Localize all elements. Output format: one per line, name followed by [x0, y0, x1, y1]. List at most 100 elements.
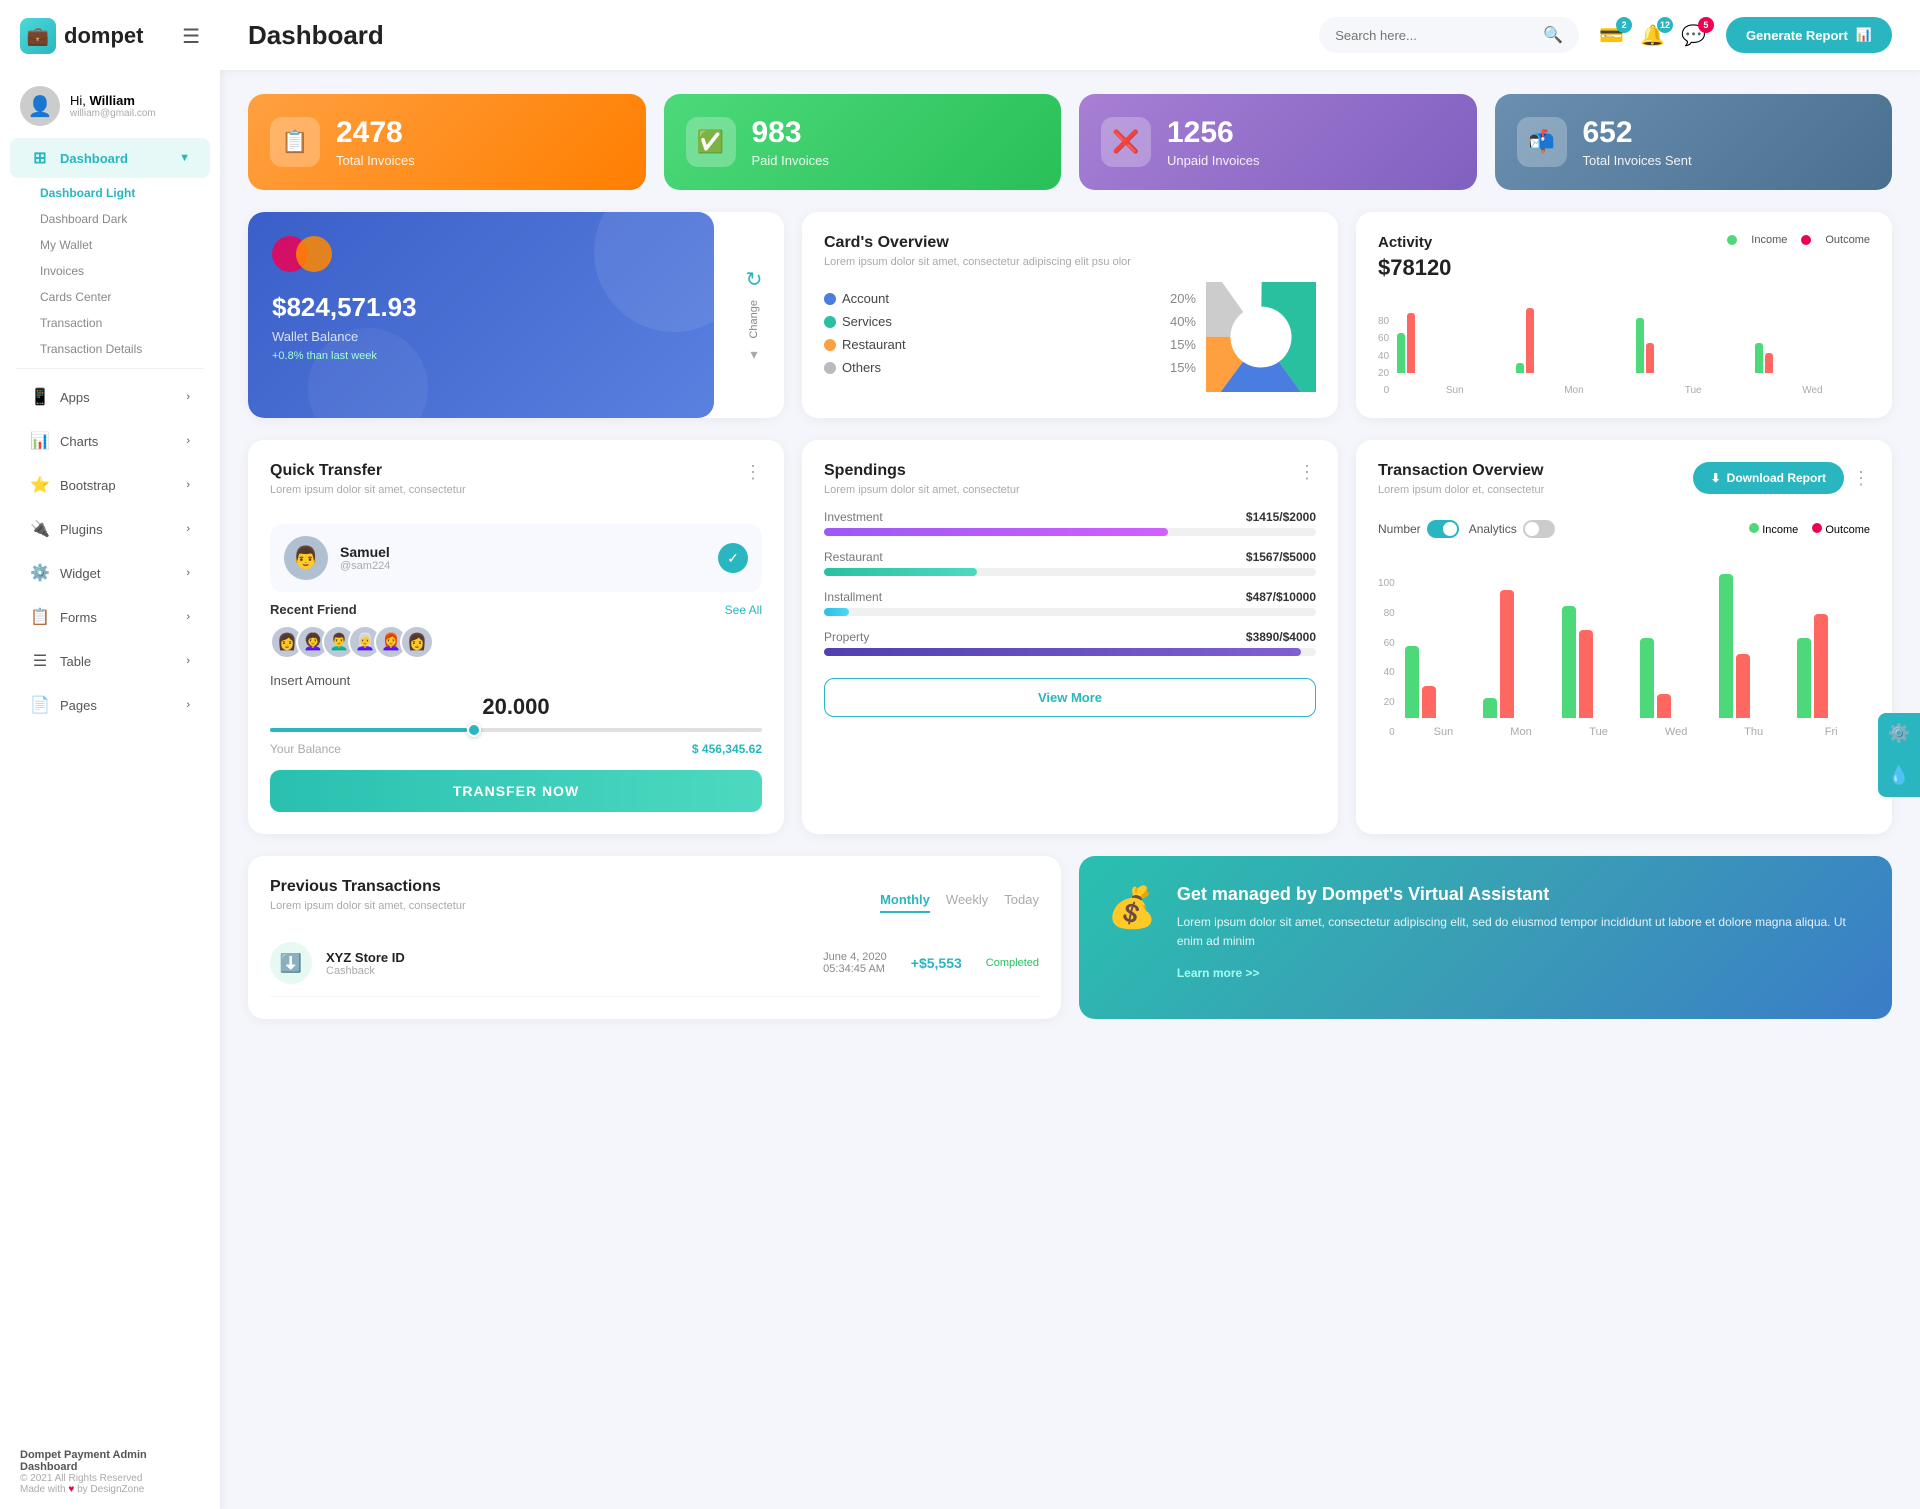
settings-float-button[interactable]: ⚙️ — [1878, 713, 1920, 755]
sidebar-item-forms[interactable]: 📋 Forms › — [10, 597, 210, 637]
trans-date-1: June 4, 2020 05:34:45 AM — [823, 951, 887, 975]
sidebar-item-dashboard-dark[interactable]: Dashboard Dark — [30, 206, 220, 232]
sidebar-item-charts[interactable]: 📊 Charts › — [10, 421, 210, 461]
stat-card-unpaid-invoices: ❌ 1256 Unpaid Invoices — [1079, 94, 1477, 190]
see-all-link[interactable]: See All — [725, 603, 762, 617]
analytics-toggle[interactable]: Analytics — [1469, 520, 1555, 538]
spendings-menu-icon[interactable]: ⋮ — [1298, 462, 1316, 483]
property-header: Property $3890/$4000 — [824, 630, 1316, 644]
to-menu-icon[interactable]: ⋮ — [1852, 468, 1870, 489]
forms-icon: 📋 — [30, 607, 50, 627]
installment-header: Installment $487/$10000 — [824, 590, 1316, 604]
mid-row: $824,571.93 Wallet Balance +0.8% than la… — [248, 212, 1892, 418]
to-chart: 100 80 60 40 20 0 — [1378, 548, 1870, 738]
wallet-icon-btn[interactable]: 💳 2 — [1599, 23, 1624, 48]
dashboard-icon: ⊞ — [30, 148, 50, 168]
tab-weekly[interactable]: Weekly — [946, 892, 988, 913]
income-legend-label: Income — [1751, 234, 1787, 246]
forms-label: Forms — [60, 610, 97, 625]
qt-header: Quick Transfer Lorem ipsum dolor sit ame… — [270, 462, 762, 510]
sidebar-item-transaction-details[interactable]: Transaction Details — [30, 336, 220, 362]
sidebar-item-invoices[interactable]: Invoices — [30, 258, 220, 284]
investment-progress — [824, 528, 1316, 536]
slider-fill — [270, 728, 467, 732]
search-icon[interactable]: 🔍 — [1543, 25, 1563, 45]
search-input[interactable] — [1335, 28, 1535, 43]
quick-transfer-menu-icon[interactable]: ⋮ — [744, 462, 762, 483]
download-report-button[interactable]: ⬇ Download Report — [1693, 462, 1844, 494]
activity-amount: $78120 — [1378, 255, 1451, 281]
to-title-group: Transaction Overview Lorem ipsum dolor e… — [1378, 462, 1544, 510]
analytics-toggle-switch[interactable] — [1523, 520, 1555, 538]
header: Dashboard 🔍 💳 2 🔔 12 💬 5 Generate Report… — [220, 0, 1920, 70]
chevron-right-icon-forms: › — [186, 611, 190, 623]
cards-overview-content: Account 20% Services 40% Restaurant 15% — [824, 282, 1316, 392]
activity-y-axis: 80 60 40 20 0 — [1378, 316, 1389, 396]
va-learn-more-link[interactable]: Learn more >> — [1177, 966, 1260, 980]
chevron-right-icon-bootstrap: › — [186, 479, 190, 491]
to-bar-sun-income — [1405, 646, 1419, 718]
stat-card-paid-invoices: ✅ 983 Paid Invoices — [664, 94, 1062, 190]
number-toggle[interactable]: Number — [1378, 520, 1459, 538]
qt-title: Quick Transfer — [270, 462, 466, 480]
sidebar-item-bootstrap[interactable]: ⭐ Bootstrap › — [10, 465, 210, 505]
main-content: Dashboard 🔍 💳 2 🔔 12 💬 5 Generate Report… — [220, 0, 1920, 1509]
restaurant-row: Restaurant 15% — [824, 337, 1196, 352]
trans-type-1: Cashback — [326, 965, 405, 977]
wallet-label: Wallet Balance — [272, 329, 690, 344]
theme-float-button[interactable]: 💧 — [1878, 755, 1920, 797]
activity-title: Activity — [1378, 234, 1451, 251]
view-more-button[interactable]: View More — [824, 678, 1316, 717]
logo-text: dompet — [64, 23, 143, 49]
trans-icon-1: ⬇️ — [270, 942, 312, 984]
paid-invoices-number: 983 — [752, 116, 829, 149]
tab-today[interactable]: Today — [1004, 892, 1039, 913]
hamburger-icon[interactable]: ☰ — [182, 24, 200, 49]
to-bar-sun — [1405, 646, 1478, 718]
installment-amount: $487/$10000 — [1246, 590, 1316, 604]
spendings-header: Spendings Lorem ipsum dolor sit amet, co… — [824, 462, 1316, 510]
wallet-change: +0.8% than last week — [272, 350, 690, 362]
spendings-title-group: Spendings Lorem ipsum dolor sit amet, co… — [824, 462, 1020, 510]
amount-slider[interactable] — [270, 728, 762, 732]
slider-thumb[interactable] — [467, 723, 481, 737]
services-dot — [824, 316, 836, 328]
sidebar-item-table[interactable]: ☰ Table › — [10, 641, 210, 681]
sidebar-item-pages[interactable]: 📄 Pages › — [10, 685, 210, 725]
sidebar-item-dashboard-light[interactable]: Dashboard Light — [30, 180, 220, 206]
sidebar-item-my-wallet[interactable]: My Wallet — [30, 232, 220, 258]
sidebar-item-cards-center[interactable]: Cards Center — [30, 284, 220, 310]
friend-avatar-6[interactable]: 👩 — [400, 625, 434, 659]
unpaid-invoices-icon: ❌ — [1101, 117, 1151, 167]
sidebar-item-widget[interactable]: ⚙️ Widget › — [10, 553, 210, 593]
analytics-toggle-knob — [1525, 522, 1539, 536]
wallet-balance: $824,571.93 — [272, 292, 690, 323]
sidebar-item-dashboard[interactable]: ⊞ Dashboard ▼ — [10, 138, 210, 178]
to-bars-wrapper: Sun Mon Tue Wed Thu Fri — [1405, 548, 1870, 738]
chevron-down-icon: ▼ — [179, 152, 190, 164]
person-row[interactable]: 👨 Samuel @sam224 ✓ — [270, 524, 762, 592]
bell-icon-btn[interactable]: 🔔 12 — [1640, 23, 1665, 48]
sidebar-item-plugins[interactable]: 🔌 Plugins › — [10, 509, 210, 549]
sidebar-item-transaction[interactable]: Transaction — [30, 310, 220, 336]
generate-report-button[interactable]: Generate Report 📊 — [1726, 17, 1892, 53]
sidebar-item-apps[interactable]: 📱 Apps › — [10, 377, 210, 417]
account-pct: 20% — [1170, 291, 1196, 306]
bar-sun-outcome — [1407, 313, 1415, 373]
change-button[interactable]: ↻ Change ▾ — [724, 212, 784, 418]
bootstrap-icon: ⭐ — [30, 475, 50, 495]
total-sent-label: Total Invoices Sent — [1583, 153, 1692, 168]
transfer-now-button[interactable]: TRANSFER NOW — [270, 770, 762, 812]
chat-icon-btn[interactable]: 💬 5 — [1681, 23, 1706, 48]
services-pct: 40% — [1170, 314, 1196, 329]
user-info: Hi, William william@gmail.com — [70, 93, 156, 119]
restaurant-header: Restaurant $1567/$5000 — [824, 550, 1316, 564]
unpaid-invoices-label: Unpaid Invoices — [1167, 153, 1260, 168]
mastercard-logo — [272, 236, 690, 272]
number-toggle-switch[interactable] — [1427, 520, 1459, 538]
services-row: Services 40% — [824, 314, 1196, 329]
content-area: 📋 2478 Total Invoices ✅ 983 Paid Invoice… — [220, 70, 1920, 1509]
to-bar-fri-income — [1797, 638, 1811, 718]
dashboard-sub-nav: Dashboard Light Dashboard Dark My Wallet… — [0, 180, 220, 362]
tab-monthly[interactable]: Monthly — [880, 892, 930, 913]
